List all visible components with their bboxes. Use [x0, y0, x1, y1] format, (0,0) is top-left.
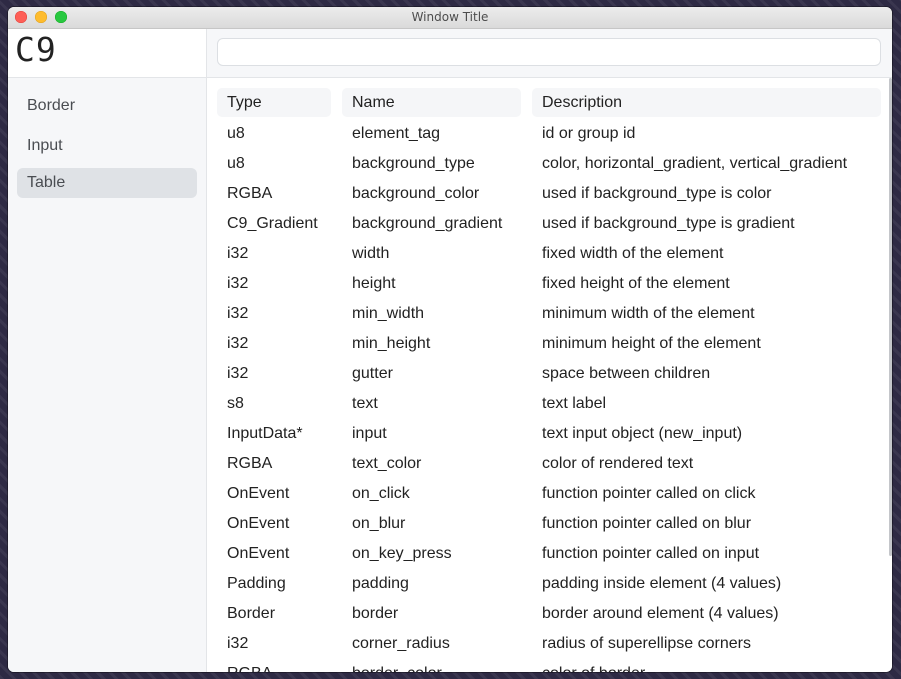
- title-bar[interactable]: Window Title: [8, 7, 892, 29]
- cell-name: corner_radius: [352, 635, 450, 652]
- cell-type: OnEvent: [227, 515, 290, 532]
- table-row: i32 width fixed width of the element: [207, 239, 892, 269]
- app-logo: C9: [15, 30, 57, 69]
- cell-name: background_color: [352, 185, 480, 202]
- cell-type: Padding: [227, 575, 286, 592]
- cell-description: text input object (new_input): [542, 425, 743, 442]
- cell-description: padding inside element (4 values): [542, 575, 782, 592]
- cell-type: RGBA: [227, 185, 273, 202]
- table-row: OnEvent on_key_press function pointer call…: [207, 539, 892, 569]
- cell-description: minimum height of the element: [542, 335, 761, 352]
- table-row: u8 background_type color, horizontal_gradi…: [207, 149, 892, 179]
- app-window: Window Title C9 Border Input Table Type …: [8, 7, 892, 672]
- cell-name: border: [352, 605, 399, 622]
- table-row: i32 height fixed height of the element: [207, 269, 892, 299]
- table-row: OnEvent on_click function pointer called o…: [207, 479, 892, 509]
- cell-name: on_click: [352, 485, 410, 502]
- sidebar: C9 Border Input Table: [8, 29, 207, 672]
- cell-name: text_color: [352, 455, 422, 472]
- cell-description: used if background_type is color: [542, 185, 772, 202]
- table-row: i32 corner_radius radius of superellipse c…: [207, 629, 892, 659]
- table-row: C9_Gradient background_gradient used if ba…: [207, 209, 892, 239]
- cell-name: background_type: [352, 155, 475, 172]
- table-row: s8 text text label: [207, 389, 892, 419]
- table-row: OnEvent on_blur function pointer called on…: [207, 509, 892, 539]
- cell-description: fixed width of the element: [542, 245, 724, 262]
- cell-type: RGBA: [227, 659, 272, 672]
- cell-name: gutter: [352, 365, 393, 382]
- window-title: Window Title: [411, 10, 489, 24]
- cell-type: i32: [227, 335, 249, 352]
- table-row: RGBA text_color color of rendered text: [207, 449, 892, 479]
- cell-description: used if background_type is gradient: [542, 215, 795, 232]
- vertical-scrollbar[interactable]: [889, 78, 892, 556]
- cell-name: element_tag: [352, 125, 441, 142]
- cell-description: color of rendered text: [542, 455, 694, 472]
- sidebar-item-input[interactable]: Input: [17, 131, 197, 161]
- cell-type: InputData*: [227, 425, 303, 442]
- cell-name: border_color: [352, 659, 442, 672]
- table-row: i32 min_width minimum width of the element: [207, 299, 892, 329]
- cell-type: i32: [227, 365, 249, 382]
- cell-description: text label: [542, 395, 607, 412]
- column-header-name: Name: [342, 88, 521, 117]
- table-row: u8 element_tag id or group id: [207, 119, 892, 149]
- column-header-description: Description: [532, 88, 881, 117]
- cell-description: function pointer called on input: [542, 545, 760, 562]
- cell-name: background_gradient: [352, 215, 503, 232]
- cell-type: i32: [227, 635, 249, 652]
- cell-type: u8: [227, 125, 245, 142]
- top-bar: [207, 29, 892, 78]
- cell-type: OnEvent: [227, 545, 290, 562]
- table-row: InputData* input text input object (new_in…: [207, 419, 892, 449]
- cell-type: i32: [227, 245, 249, 262]
- cell-name: input: [352, 425, 387, 442]
- column-header-type: Type: [217, 88, 331, 117]
- cell-name: on_key_press: [352, 545, 452, 562]
- table-row: RGBA background_color used if background_t…: [207, 179, 892, 209]
- cell-description: color, horizontal_gradient, vertical_gra…: [542, 155, 848, 172]
- table-row: i32 gutter space between children: [207, 359, 892, 389]
- search-input[interactable]: [217, 38, 881, 66]
- cell-description: minimum width of the element: [542, 305, 755, 322]
- cell-type: i32: [227, 275, 249, 292]
- cell-type: Border: [227, 605, 276, 622]
- cell-description: border around element (4 values): [542, 605, 779, 622]
- cell-name: text: [352, 395, 378, 412]
- cell-description: color of border: [542, 659, 645, 672]
- cell-name: min_width: [352, 305, 425, 322]
- cell-type: i32: [227, 305, 249, 322]
- cell-name: min_height: [352, 335, 431, 352]
- cell-name: padding: [352, 575, 409, 592]
- table-row: Padding padding padding inside element (4 …: [207, 569, 892, 599]
- table-view: Type Name Description u8 element_tag id or…: [207, 78, 892, 672]
- cell-description: id or group id: [542, 125, 636, 142]
- cell-description: space between children: [542, 365, 711, 382]
- cell-type: RGBA: [227, 455, 273, 472]
- sidebar-item-border[interactable]: Border: [17, 91, 197, 121]
- cell-description: fixed height of the element: [542, 275, 730, 292]
- cell-type: C9_Gradient: [227, 215, 318, 232]
- cell-description: function pointer called on click: [542, 485, 756, 502]
- cell-name: height: [352, 275, 396, 292]
- cell-description: radius of superellipse corners: [542, 635, 751, 652]
- logo-area: C9: [8, 29, 206, 78]
- cell-type: s8: [227, 395, 244, 412]
- table-row: Border border border around element (4 val…: [207, 599, 892, 629]
- cell-description: function pointer called on blur: [542, 515, 752, 532]
- cell-type: OnEvent: [227, 485, 290, 502]
- table-row: RGBA border_color color of border: [207, 659, 892, 672]
- cell-name: width: [352, 245, 390, 262]
- sidebar-item-table[interactable]: Table: [17, 168, 197, 198]
- cell-type: u8: [227, 155, 245, 172]
- cell-name: on_blur: [352, 515, 406, 532]
- table-row: i32 min_height minimum height of the eleme…: [207, 329, 892, 359]
